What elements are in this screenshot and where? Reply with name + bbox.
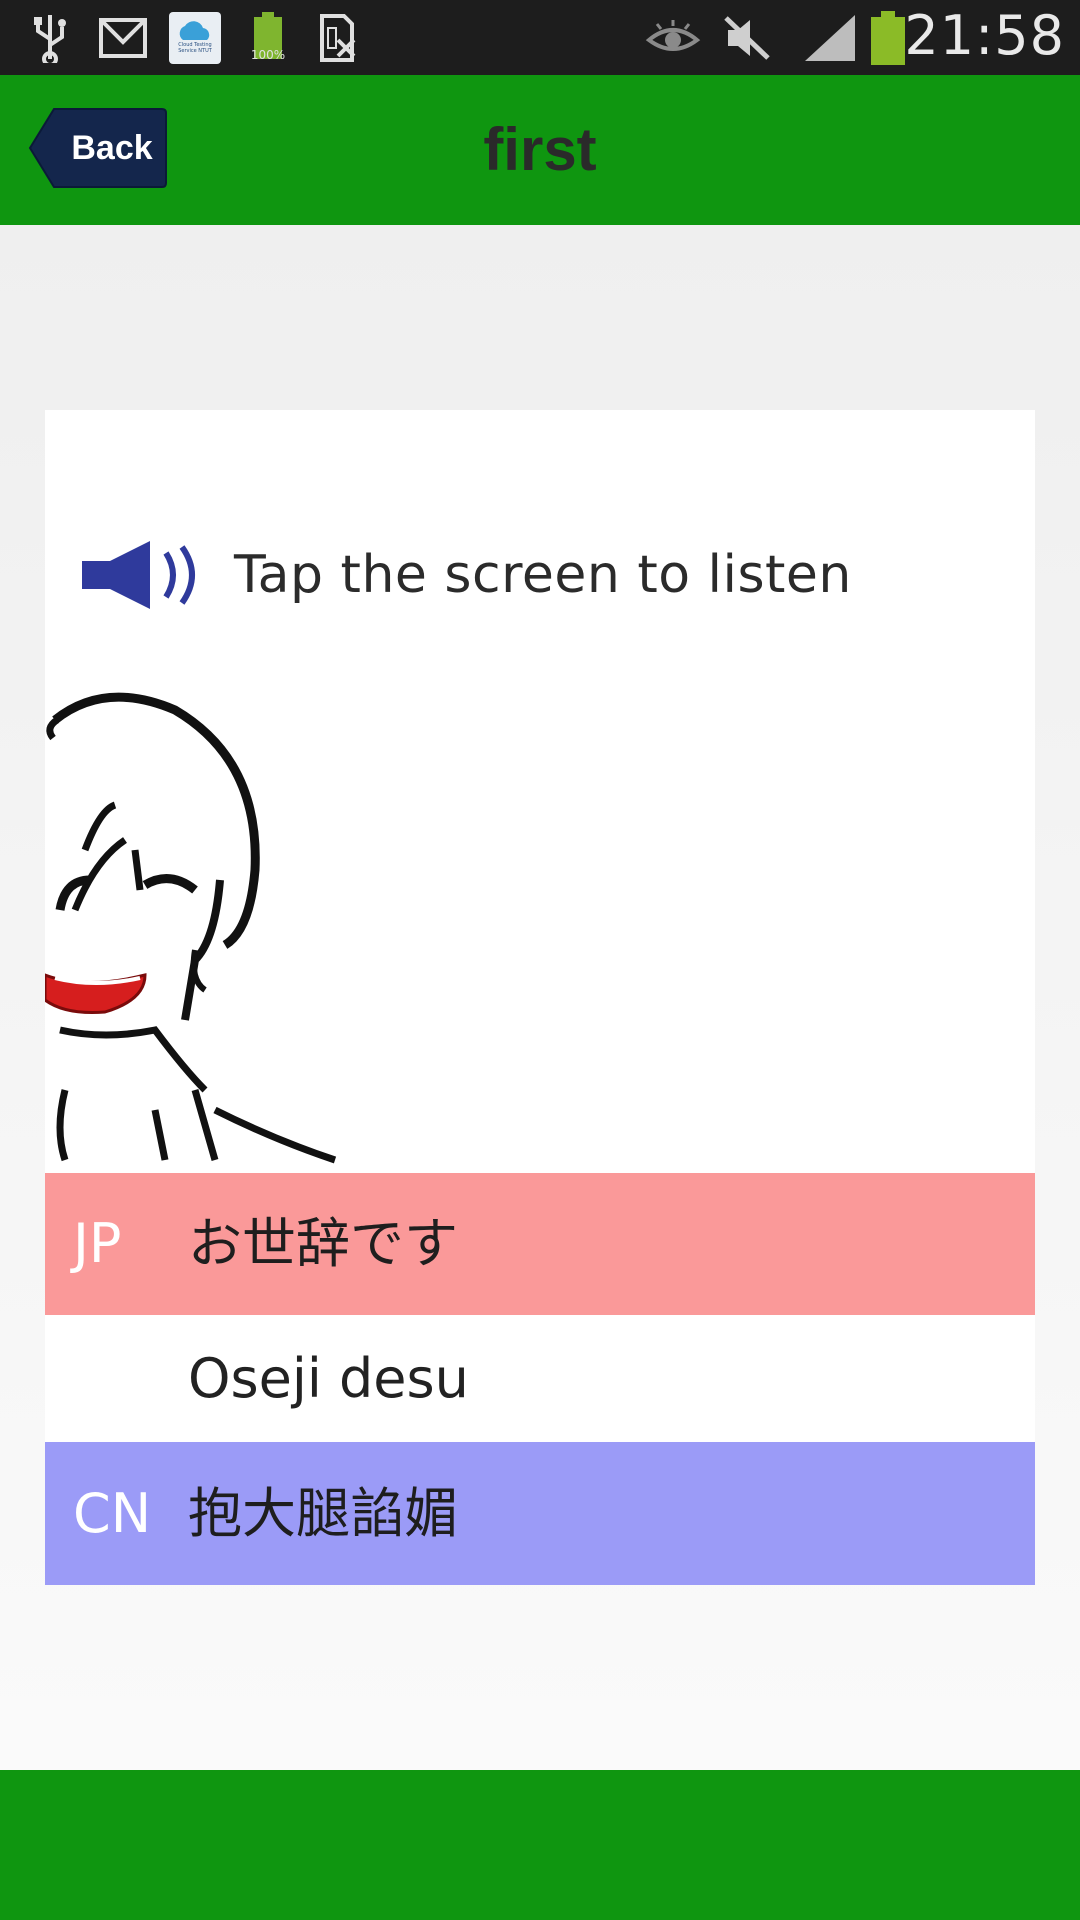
battery-app-icon: 100%	[246, 10, 290, 65]
signal-icon	[800, 10, 860, 65]
japanese-row: JP お世辞です	[45, 1173, 1035, 1315]
jp-language-code: JP	[73, 1212, 122, 1275]
listen-hint-text: Tap the screen to listen	[234, 545, 852, 605]
eye-icon	[645, 10, 701, 65]
app-bar: first Back	[0, 75, 1080, 225]
sim-off-icon	[316, 10, 360, 65]
chinese-text: 抱大腿諂媚	[188, 1482, 458, 1545]
speaker-icon	[82, 541, 195, 609]
bottom-bar	[0, 1770, 1080, 1920]
cloud-testing-app-icon: Cloud Testing Service NTUT	[167, 10, 223, 65]
back-button[interactable]: Back	[28, 107, 168, 189]
romaji-row: Oseji desu	[45, 1315, 1035, 1442]
usb-icon	[30, 10, 70, 65]
status-bar: Cloud Testing Service NTUT 100% 21:58	[0, 0, 1080, 75]
cn-language-code: CN	[73, 1482, 152, 1545]
phrase-card[interactable]: Tap the screen to listen JP お世辞です Oseji …	[45, 410, 1035, 1585]
back-button-label: Back	[71, 129, 153, 167]
clock: 21:58	[904, 4, 1065, 67]
listen-hint: Tap the screen to listen	[80, 530, 852, 620]
chinese-row: CN 抱大腿諂媚	[45, 1442, 1035, 1585]
mute-icon	[720, 10, 774, 65]
romaji-text: Oseji desu	[188, 1347, 469, 1410]
gmail-icon	[98, 10, 148, 65]
japanese-text: お世辞です	[188, 1212, 458, 1275]
character-illustration	[45, 692, 337, 1164]
